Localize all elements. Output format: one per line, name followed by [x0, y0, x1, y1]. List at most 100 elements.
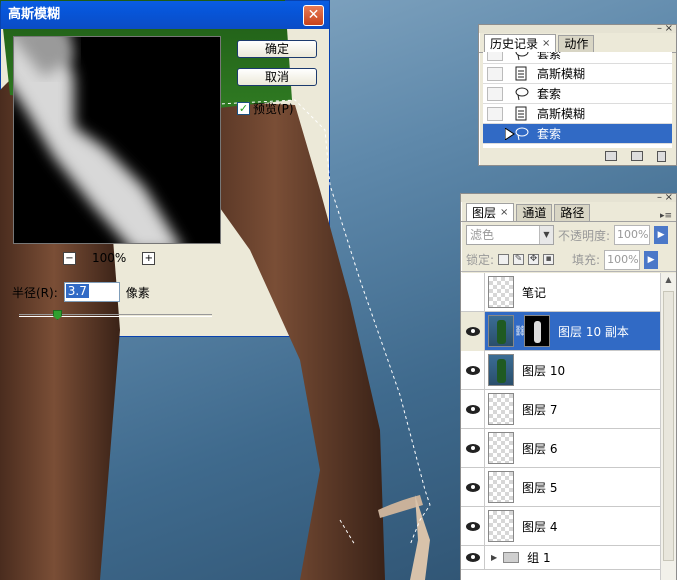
new-document-from-state-icon[interactable]	[605, 151, 617, 161]
lock-all-icon[interactable]: ▪	[543, 254, 555, 265]
tab-label: 历史记录	[490, 36, 539, 51]
layer-name: 笔记	[522, 285, 547, 300]
scroll-thumb[interactable]	[663, 291, 674, 561]
layer-name: 图层 10 副本	[558, 324, 629, 339]
tab-history[interactable]: 历史记录 ×	[484, 34, 557, 52]
tab-close-icon[interactable]: ×	[500, 205, 508, 221]
history-state-slider-icon[interactable]	[505, 128, 515, 140]
layer-group-row[interactable]: ▶ 组 1	[461, 545, 660, 570]
eye-icon	[465, 443, 480, 453]
tab-label: 路径	[560, 206, 585, 220]
opacity-slider-toggle[interactable]: ▶	[654, 226, 669, 244]
lasso-icon	[513, 52, 531, 62]
eye-icon	[465, 404, 480, 414]
camera-icon[interactable]	[631, 151, 643, 161]
link-chain-icon[interactable]: ⛓	[514, 326, 527, 337]
minimize-icon[interactable]: –	[657, 193, 662, 203]
panel-grip[interactable]: – ×	[461, 193, 676, 203]
layer-row[interactable]: 图层 4	[461, 506, 660, 546]
layer-name: 图层 5	[522, 480, 558, 495]
fill-field[interactable]: 100%	[604, 249, 641, 270]
filter-icon	[513, 106, 531, 122]
lock-position-icon[interactable]: ✥	[528, 254, 540, 265]
snapshot-source-checkbox[interactable]	[487, 52, 503, 61]
minimize-icon[interactable]: –	[657, 24, 662, 34]
trash-icon[interactable]	[657, 150, 666, 162]
preview-checkbox[interactable]: ✓	[237, 102, 250, 115]
history-state[interactable]: 高斯模糊	[483, 104, 672, 124]
history-state-label: 高斯模糊	[537, 107, 586, 121]
expand-arrow-icon[interactable]: ▶	[491, 553, 497, 562]
history-state-current[interactable]: 套索	[483, 124, 672, 144]
fill-slider-toggle[interactable]: ▶	[644, 250, 659, 269]
history-state[interactable]: 套索	[483, 84, 672, 104]
visibility-toggle[interactable]	[461, 506, 485, 546]
layer-row-selected[interactable]: ⛓ 图层 10 副本	[461, 311, 660, 351]
lock-pixels-icon[interactable]: ✎	[513, 254, 525, 265]
close-icon[interactable]: ×	[665, 24, 673, 34]
layer-list: 笔记 ⛓ 图层 10 副本 图层 10 图层 7 图层 6 图层 5 图层 4 …	[461, 273, 660, 580]
panel-menu-icon[interactable]: ▸≡	[660, 211, 672, 221]
tab-layers[interactable]: 图层 ×	[466, 203, 515, 221]
history-tabs: 历史记录 × 动作	[479, 33, 676, 53]
folder-icon	[503, 552, 520, 563]
tab-channels[interactable]: 通道	[516, 204, 553, 221]
zoom-controls: − 100% +	[63, 251, 156, 265]
layer-row[interactable]: 图层 5	[461, 467, 660, 507]
visibility-toggle[interactable]	[461, 389, 485, 429]
layer-mask-thumbnail[interactable]	[524, 315, 550, 347]
snapshot-source-checkbox[interactable]	[487, 66, 503, 81]
eye-icon	[465, 521, 480, 531]
tab-label: 通道	[522, 206, 547, 220]
snapshot-source-checkbox[interactable]	[487, 127, 503, 141]
visibility-toggle[interactable]	[461, 428, 485, 468]
lock-options: 锁定: ✎ ✥ ▪ 填充: 100% ▶	[461, 248, 676, 272]
panel-grip[interactable]: – ×	[479, 24, 676, 34]
layer-row[interactable]: 图层 7	[461, 389, 660, 429]
layer-name: 图层 7	[522, 402, 558, 417]
visibility-toggle[interactable]	[461, 350, 485, 390]
blend-options: 滤色 ▼ 不透明度: 100% ▶	[461, 222, 676, 248]
eye-icon	[465, 482, 480, 492]
snapshot-source-checkbox[interactable]	[487, 106, 503, 121]
history-state[interactable]: 高斯模糊	[483, 64, 672, 84]
history-footer	[479, 147, 676, 165]
eye-icon	[465, 365, 480, 375]
filter-icon	[513, 66, 531, 82]
visibility-toggle[interactable]	[461, 311, 485, 351]
blend-mode-select[interactable]: 滤色 ▼	[466, 225, 554, 245]
radius-slider-track[interactable]	[19, 314, 212, 317]
radius-label: 半径(R):	[12, 285, 58, 300]
layers-panel: – × 图层 × 通道 路径 ▸≡ 滤色 ▼ 不透明度: 100% ▶ 锁定: …	[460, 193, 677, 580]
zoom-out-button[interactable]: −	[63, 251, 76, 265]
snapshot-source-checkbox[interactable]	[487, 86, 503, 101]
layer-row[interactable]: 图层 10	[461, 350, 660, 390]
eye-icon	[465, 553, 480, 562]
close-icon[interactable]: ×	[665, 193, 673, 203]
visibility-toggle[interactable]	[461, 273, 485, 312]
cancel-button[interactable]: 取消	[237, 68, 317, 86]
layer-thumbnail	[488, 276, 514, 308]
layer-list-scrollbar[interactable]: ▲	[660, 273, 676, 580]
tab-close-icon[interactable]: ×	[542, 36, 550, 52]
filter-preview[interactable]	[13, 36, 221, 244]
layer-thumbnail	[488, 432, 514, 464]
opacity-field[interactable]: 100%	[614, 225, 651, 245]
visibility-toggle[interactable]	[461, 467, 485, 507]
radius-input[interactable]: 3.7	[63, 282, 120, 302]
lock-transparency-icon[interactable]	[498, 254, 510, 265]
layer-name: 图层 10	[522, 363, 566, 378]
preview-checkbox-row[interactable]: ✓ 预览(P)	[237, 100, 294, 117]
layer-row[interactable]: 笔记	[461, 273, 660, 312]
scroll-up-icon[interactable]: ▲	[661, 273, 676, 287]
tab-paths[interactable]: 路径	[554, 204, 591, 221]
tab-actions[interactable]: 动作	[558, 35, 595, 52]
history-panel: – × 历史记录 × 动作 套索 高斯模糊 套索 高斯模糊 套索	[478, 24, 677, 166]
close-icon[interactable]: ✕	[303, 5, 324, 26]
zoom-in-button[interactable]: +	[142, 251, 156, 265]
layer-row[interactable]: 图层 6	[461, 428, 660, 468]
ok-button[interactable]: 确定	[237, 40, 317, 58]
history-state[interactable]: 套索	[483, 52, 672, 64]
visibility-toggle[interactable]	[461, 545, 485, 570]
dialog-titlebar[interactable]: 高斯模糊 ✕	[1, 1, 329, 29]
